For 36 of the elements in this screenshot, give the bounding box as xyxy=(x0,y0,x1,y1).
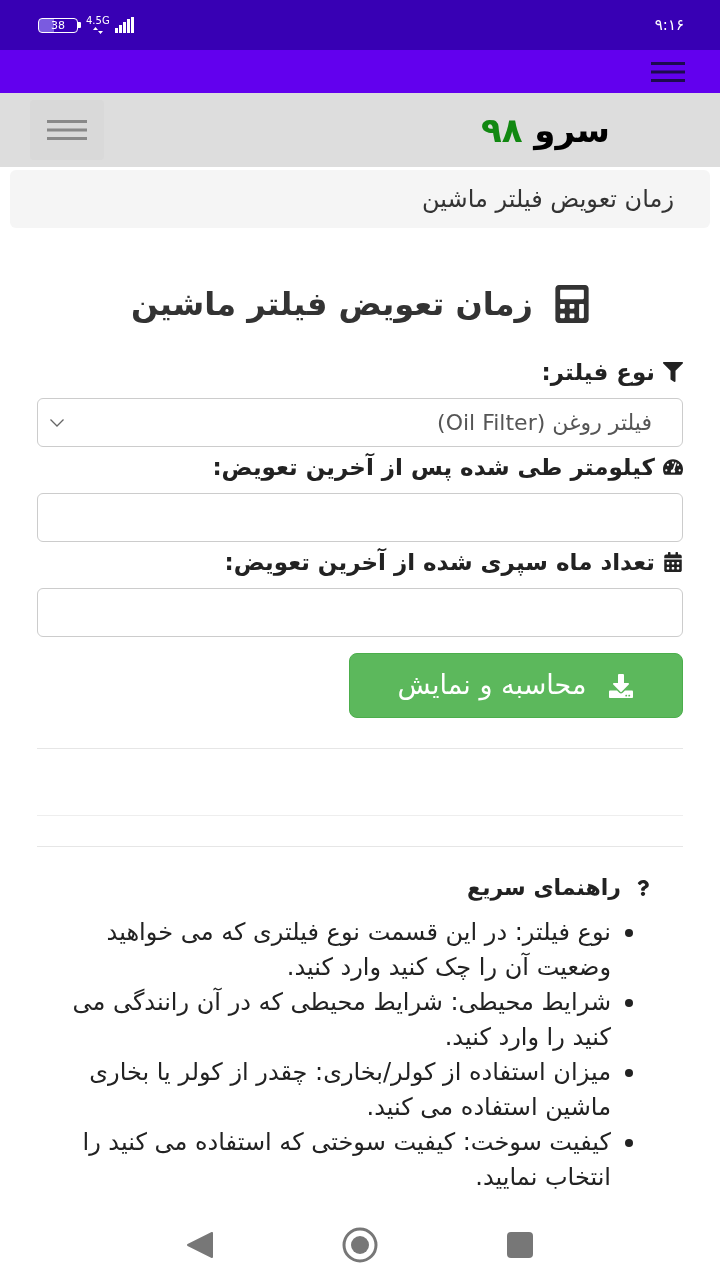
calculator-icon xyxy=(555,285,589,323)
field-label: نوع فیلتر: xyxy=(541,358,655,388)
input-field[interactable] xyxy=(37,588,683,637)
help-icon xyxy=(637,879,649,897)
download-icon xyxy=(608,673,635,698)
battery-indicator: 38 xyxy=(38,17,81,33)
input-field[interactable] xyxy=(37,493,683,542)
field-label: تعداد ماه سپری شده از آخرین تعویض: xyxy=(224,547,655,578)
menu-button[interactable] xyxy=(30,100,104,160)
network-type-label: 4.5G xyxy=(86,16,110,26)
menu-icon xyxy=(47,120,87,140)
field-label: کیلومتر طی شده پس از آخرین تعویض: xyxy=(212,452,655,483)
guide-item: نوع فیلتر: در این قسمت نوع فیلتری که می خواهید وضعیت آن را چک کنید وارد کنید. xyxy=(105,917,611,983)
funnel-icon xyxy=(663,362,683,382)
back-triangle-icon xyxy=(187,1232,213,1258)
square-icon xyxy=(507,1232,533,1258)
home-circle-icon xyxy=(342,1227,378,1263)
filter-type-dropdown[interactable]: فیلتر روغن (Oil Filter) xyxy=(37,398,683,447)
gauge-icon xyxy=(663,457,683,477)
guide-item: کیفیت سوخت: کیفیت سوختی که استفاده می کنید را انتخاب نمایید. xyxy=(81,1127,611,1193)
chevron-down-icon xyxy=(50,418,64,427)
bullet-icon xyxy=(625,1069,633,1077)
bullet-icon xyxy=(625,929,633,937)
menu-icon xyxy=(651,61,685,82)
data-arrows-icon xyxy=(92,27,103,34)
clock-time: ۹:۱۶ xyxy=(654,14,684,36)
signal-strength-icon xyxy=(114,17,134,33)
calendar-icon xyxy=(663,552,683,572)
bullet-icon xyxy=(625,1139,633,1147)
guide-heading: راهنمای سریع xyxy=(467,874,621,903)
bullet-icon xyxy=(625,999,633,1007)
page-title: زمان تعویض فیلتر ماشین xyxy=(131,284,533,324)
guide-item: میزان استفاده از کولر/بخاری: چقدر از کولر یا بخاری ماشین استفاده می کنید. xyxy=(88,1057,611,1123)
breadcrumb-text: زمان تعویض فیلتر ماشین xyxy=(422,184,674,215)
guide-item: شرایط محیطی: شرایط محیطی که در آن رانندگی می کنید را وارد کنید. xyxy=(71,986,611,1053)
home-button[interactable] xyxy=(340,1225,380,1265)
